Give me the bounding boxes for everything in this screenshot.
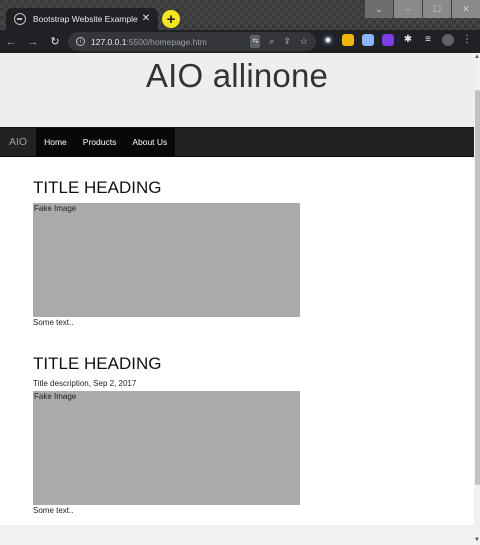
url-text: 127.0.0.1:5500/homepage.htm bbox=[91, 36, 207, 47]
scrollbar-thumb[interactable] bbox=[475, 90, 480, 485]
post: TITLE HEADING Fake Image Some text.. bbox=[33, 177, 303, 328]
page-viewport: AIO allinone AIO Home Products About Us … bbox=[0, 53, 474, 525]
jumbotron: AIO allinone bbox=[0, 53, 474, 127]
post: TITLE HEADING Title description, Sep 2, … bbox=[33, 353, 303, 516]
address-bar[interactable]: i 127.0.0.1:5500/homepage.htm ⇆ ⌕ ⇪ ☆ bbox=[68, 32, 316, 51]
star-icon[interactable]: ☆ bbox=[300, 35, 308, 48]
navbar: AIO Home Products About Us bbox=[0, 127, 474, 157]
maximize-button[interactable]: ☐ bbox=[423, 0, 451, 18]
purple-extension-icon[interactable] bbox=[382, 34, 394, 46]
navbar-brand[interactable]: AIO bbox=[0, 128, 36, 156]
image-placeholder: Fake Image bbox=[33, 203, 300, 317]
post-text: Some text.. bbox=[33, 506, 74, 515]
browser-tabstrip: Bootstrap Website Example ✕ + ⌄ – ☐ ✕ bbox=[0, 0, 480, 30]
window-controls: ⌄ – ☐ ✕ bbox=[364, 0, 480, 18]
forward-arrow-icon[interactable]: → bbox=[22, 36, 44, 48]
close-icon[interactable]: ✕ bbox=[140, 14, 152, 24]
scroll-up-arrow-icon[interactable]: ▲ bbox=[474, 53, 480, 61]
translate-icon[interactable]: ⇆ bbox=[250, 35, 261, 48]
globe-icon bbox=[14, 13, 26, 25]
nav-item-home[interactable]: Home bbox=[36, 128, 75, 156]
tab-search-button[interactable]: ⌄ bbox=[365, 0, 393, 18]
back-arrow-icon[interactable]: ← bbox=[0, 36, 22, 48]
lock-extension-icon[interactable] bbox=[342, 34, 354, 46]
omnibox-actions: ⇆ ⌕ ⇪ ☆ bbox=[250, 35, 308, 48]
calendar-extension-icon[interactable] bbox=[362, 34, 374, 46]
puzzle-icon[interactable]: ✱ bbox=[402, 34, 414, 46]
extensions-bar: ◉ ✱ ≡ ⋮ bbox=[322, 34, 472, 46]
tab-title: Bootstrap Website Example bbox=[33, 14, 138, 24]
nav-item-products[interactable]: Products bbox=[74, 128, 125, 156]
browser-toolbar: ← → ↻ i 127.0.0.1:5500/homepage.htm ⇆ ⌕ … bbox=[0, 30, 480, 53]
minimize-button[interactable]: – bbox=[394, 0, 422, 18]
nav-item-about-us[interactable]: About Us bbox=[124, 128, 176, 156]
post-text: Some text.. bbox=[33, 318, 74, 327]
page-bottom-area bbox=[0, 525, 474, 545]
profile-avatar-icon[interactable] bbox=[442, 34, 454, 46]
new-tab-button[interactable]: + bbox=[162, 10, 180, 28]
info-icon[interactable]: i bbox=[76, 37, 85, 46]
zoom-icon[interactable]: ⌕ bbox=[269, 35, 274, 48]
browser-tab[interactable]: Bootstrap Website Example ✕ bbox=[6, 8, 158, 30]
post-description: Title description, Sep 2, 2017 bbox=[33, 379, 137, 388]
post-heading: TITLE HEADING bbox=[33, 354, 162, 373]
image-placeholder: Fake Image bbox=[33, 391, 300, 505]
share-icon[interactable]: ⇪ bbox=[283, 35, 291, 48]
scroll-down-arrow-icon[interactable]: ▼ bbox=[474, 536, 480, 544]
kebab-menu-icon[interactable]: ⋮ bbox=[462, 34, 472, 46]
owl-extension-icon[interactable]: ◉ bbox=[322, 34, 334, 46]
post-heading: TITLE HEADING bbox=[33, 178, 162, 197]
main-content: TITLE HEADING Fake Image Some text.. TIT… bbox=[33, 177, 303, 516]
reading-list-icon[interactable]: ≡ bbox=[422, 34, 434, 46]
reload-icon[interactable]: ↻ bbox=[44, 35, 66, 48]
close-window-button[interactable]: ✕ bbox=[452, 0, 480, 18]
site-title: AIO allinone bbox=[145, 57, 329, 94]
